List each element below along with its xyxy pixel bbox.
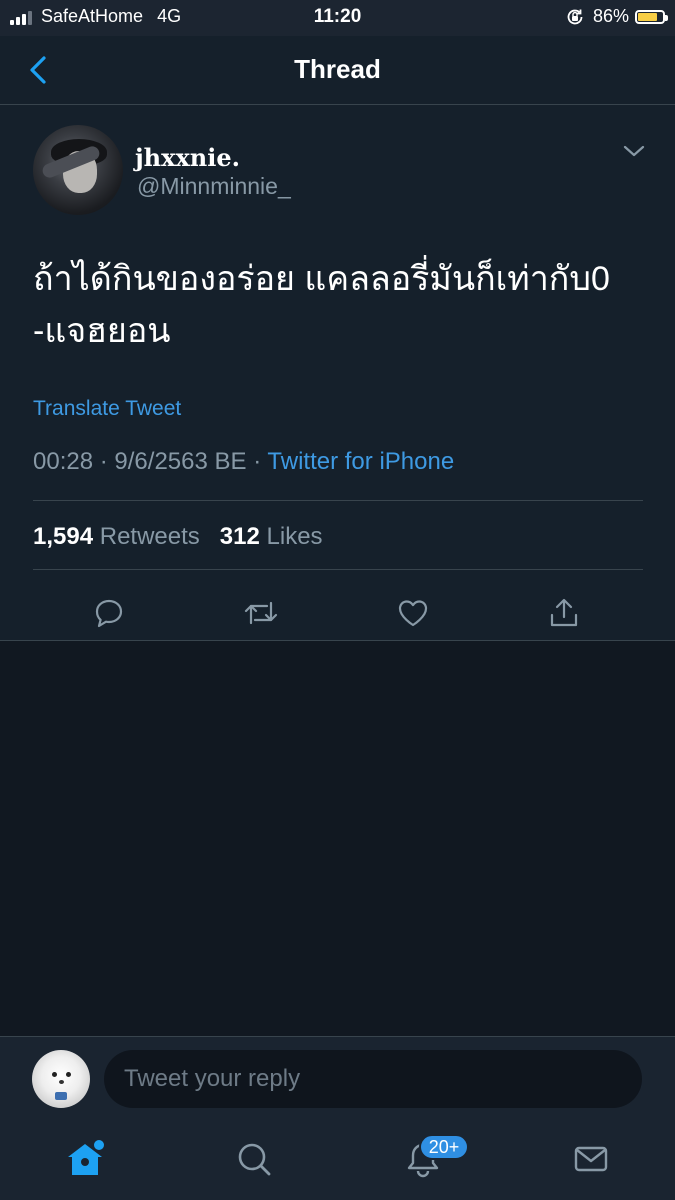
divider — [33, 500, 643, 501]
share-button[interactable] — [540, 589, 588, 637]
retweet-button[interactable] — [237, 589, 285, 637]
translate-tweet-link[interactable]: Translate Tweet — [33, 397, 181, 421]
author-display-name[interactable]: jhxxnie. — [135, 143, 240, 172]
likes-label: Likes — [266, 523, 323, 550]
reply-placeholder: Tweet your reply — [124, 1065, 301, 1092]
likes-count: 312 — [219, 523, 260, 550]
reply-icon — [95, 599, 123, 628]
share-icon — [550, 598, 578, 627]
like-icon — [398, 600, 428, 627]
author-avatar[interactable] — [33, 125, 123, 215]
search-icon — [238, 1143, 271, 1176]
tweet-options-button[interactable] — [620, 141, 648, 161]
rotation-lock-icon — [567, 9, 583, 24]
like-button[interactable] — [389, 589, 437, 637]
retweets-stat[interactable]: 1,594 Retweets — [33, 523, 200, 550]
divider — [33, 569, 643, 570]
retweets-count: 1,594 — [33, 523, 94, 550]
author-handle[interactable]: @Minnminnie_ — [137, 173, 291, 200]
tweet-actions — [0, 585, 675, 641]
likes-stat[interactable]: 312 Likes — [220, 523, 323, 550]
tweet-source-link[interactable]: Twitter for iPhone — [267, 448, 454, 475]
meta-separator: · — [99, 448, 108, 475]
tab-messages[interactable] — [566, 1134, 616, 1184]
retweets-label: Retweets — [99, 523, 200, 550]
messages-icon — [574, 1146, 608, 1172]
status-right: 86% — [565, 6, 668, 27]
reply-bar: Tweet your reply — [0, 1036, 675, 1125]
reply-button[interactable] — [85, 589, 133, 637]
replies-area — [0, 641, 675, 1036]
reply-input[interactable]: Tweet your reply — [104, 1050, 642, 1108]
tweet-detail: jhxxnie. @Minnminnie_ ถ้าได้กินของอร่อย … — [0, 105, 675, 641]
status-bar: SafeAtHome 4G 11:20 86% — [0, 0, 675, 36]
chevron-down-icon — [623, 145, 645, 157]
tweet-date: 9/6/2563 BE — [114, 448, 247, 475]
battery-percent: 86% — [592, 6, 629, 26]
tab-bar: 20+ — [0, 1124, 675, 1200]
tweet-stats: 1,594 Retweets 312 Likes — [33, 523, 323, 551]
tab-search[interactable] — [229, 1134, 279, 1184]
retweet-icon — [244, 601, 278, 625]
tab-home[interactable] — [60, 1134, 110, 1184]
notifications-badge: 20+ — [419, 1134, 469, 1160]
tweet-metadata: 00:28 · 9/6/2563 BE · Twitter for iPhone — [33, 448, 454, 476]
meta-separator: · — [253, 448, 262, 475]
tweet-text: ถ้าได้กินของอร่อย แคลลอรี่มันก็เท่ากับ0 … — [33, 260, 610, 350]
tweet-time: 00:28 — [33, 448, 94, 475]
home-icon — [68, 1140, 104, 1175]
battery-level — [638, 12, 657, 21]
page-title: Thread — [294, 54, 381, 84]
user-avatar[interactable] — [32, 1050, 90, 1108]
battery-icon — [635, 9, 668, 24]
nav-header: Thread — [0, 36, 675, 105]
